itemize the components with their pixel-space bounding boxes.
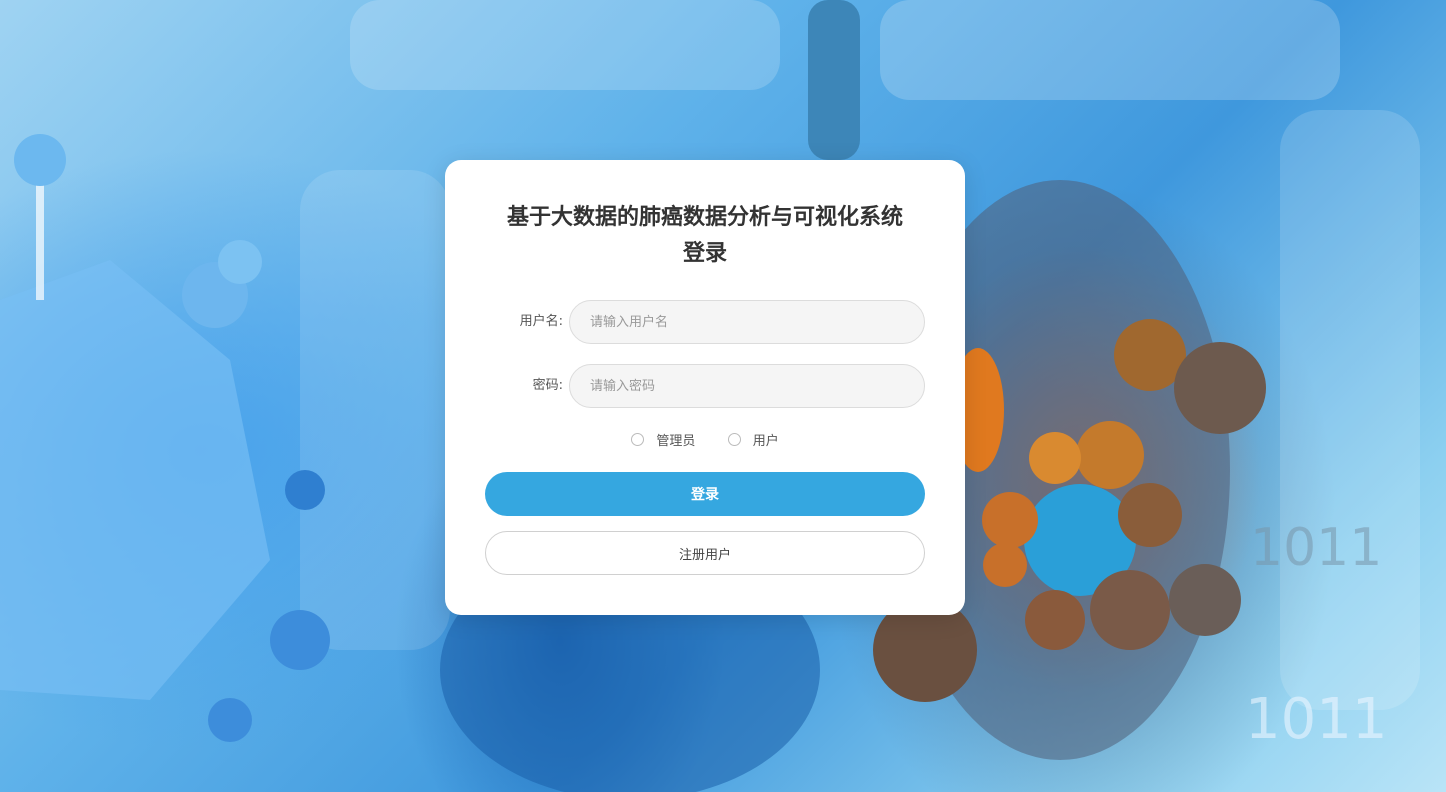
password-input[interactable] [569,364,925,408]
password-row: 密码: [485,364,925,408]
login-card: 基于大数据的肺癌数据分析与可视化系统 登录 用户名: 密码: 管理员 用户 登录… [445,160,965,615]
username-row: 用户名: [485,300,925,344]
background-number-lower: 1011 [1245,687,1388,752]
background-number-upper: 1011 [1250,518,1382,578]
login-button[interactable]: 登录 [485,472,925,516]
username-input[interactable] [569,300,925,344]
title-line-login: 登录 [682,241,727,266]
role-option-user[interactable]: 用户 [727,430,779,449]
title-line-system: 基于大数据的肺癌数据分析与可视化系统 [506,205,903,230]
admin-radio[interactable] [631,433,645,446]
username-label: 用户名: [519,314,563,329]
register-button[interactable]: 注册用户 [485,531,925,575]
role-selector: 管理员 用户 [445,430,965,454]
role-option-admin[interactable]: 管理员 [631,430,695,449]
password-label: 密码: [532,378,563,393]
page-title: 基于大数据的肺癌数据分析与可视化系统 登录 [445,200,965,272]
user-label: 用户 [752,434,779,449]
admin-label: 管理员 [656,434,696,449]
user-radio[interactable] [727,433,741,446]
